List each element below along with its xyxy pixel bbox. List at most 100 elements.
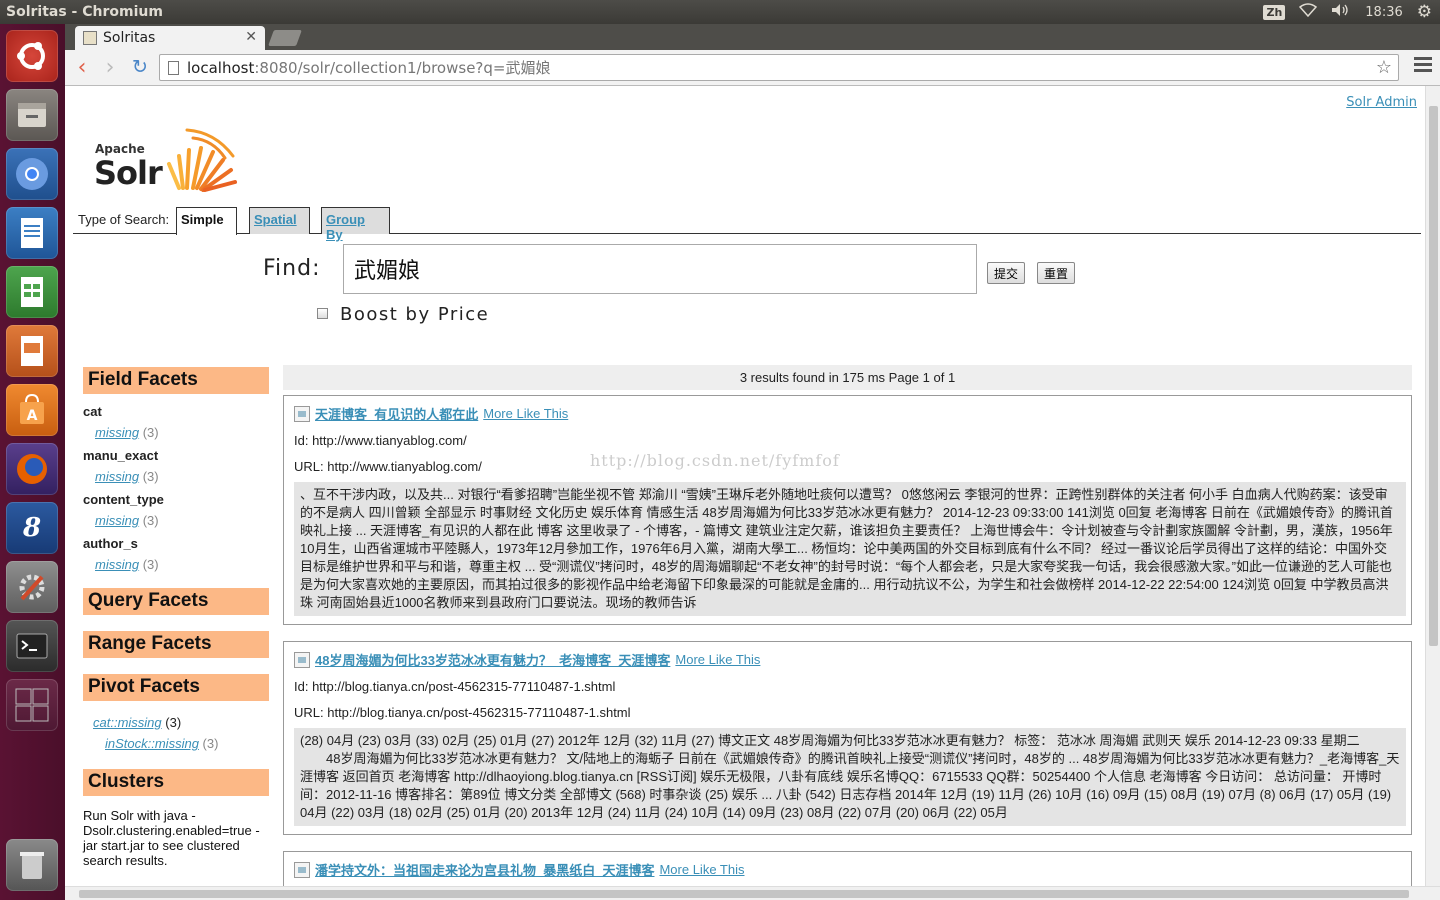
more-like-this-link[interactable]: More Like This bbox=[659, 862, 744, 877]
find-label: Find: bbox=[263, 256, 321, 281]
query-facets-heading: Query Facets bbox=[83, 588, 269, 615]
terminal-icon[interactable] bbox=[6, 620, 58, 672]
doc-title-link[interactable]: 天涯博客_有见识的人都在此 bbox=[315, 404, 478, 423]
chromium-icon[interactable] bbox=[6, 148, 58, 200]
app-launcher: A 8 bbox=[0, 24, 65, 900]
boost-by-price-label: Boost by Price bbox=[340, 304, 490, 325]
boost-by-price-checkbox[interactable] bbox=[317, 308, 328, 319]
more-like-this-link[interactable]: More Like This bbox=[675, 652, 760, 667]
facet-value: missing (3) bbox=[95, 425, 159, 440]
doc-thumbnail-icon bbox=[294, 405, 310, 422]
pivot-facets-heading: Pivot Facets bbox=[83, 674, 269, 701]
result-summary: 3 results found in 175 ms Page 1 of 1 bbox=[283, 365, 1412, 390]
clusters-heading: Clusters bbox=[83, 769, 269, 796]
new-tab-button[interactable] bbox=[268, 30, 302, 46]
doc-url: URL: http://www.tianyablog.com/ bbox=[294, 459, 482, 474]
workspace-switcher-icon[interactable] bbox=[6, 679, 58, 731]
trash-icon[interactable] bbox=[6, 839, 58, 891]
doc-snippet: 、互不干涉内政，以及共... 对银行“看爹招聘”岂能坐视不管 郑渝川 “雪姨”王… bbox=[294, 482, 1406, 616]
tab-close-icon[interactable]: ✕ bbox=[245, 29, 257, 45]
horizontal-scrollbar[interactable] bbox=[65, 886, 1440, 900]
doc-title-link[interactable]: 48岁周海媚为何比33岁范冰冰更有魅力？_老海博客_天涯博客 bbox=[315, 650, 670, 669]
page-viewport: Solr Admin Apache Solr Type of Search: S… bbox=[65, 86, 1425, 886]
facet-field-name: cat bbox=[83, 404, 102, 419]
more-like-this-link[interactable]: More Like This bbox=[483, 406, 568, 421]
writer-icon[interactable] bbox=[6, 207, 58, 259]
svg-text:A: A bbox=[27, 408, 38, 424]
tab-title: Solritas bbox=[103, 30, 156, 46]
vertical-scrollbar[interactable] bbox=[1425, 86, 1440, 886]
tab-solritas[interactable]: Solritas ✕ bbox=[75, 26, 265, 50]
horizontal-scroll-thumb[interactable] bbox=[79, 890, 1409, 898]
facet-value-link[interactable]: missing bbox=[95, 557, 139, 572]
doc-snippet: (28) 04月 (23) 03月 (33) 02月 (25) 01月 (27)… bbox=[294, 728, 1406, 826]
facets-sidebar: Field Facets cat missing (3) manu_exact … bbox=[83, 367, 269, 868]
logo-solr-text: Solr bbox=[94, 154, 163, 192]
search-type-tabs: Type of Search: Simple Spatial Group By bbox=[73, 204, 1421, 242]
tab-simple[interactable]: Simple bbox=[176, 207, 237, 235]
calc-icon[interactable] bbox=[6, 266, 58, 318]
tab-group-by[interactable]: Group By bbox=[321, 207, 390, 242]
result-doc: 天涯博客_有见识的人都在此 More Like This Id: http://… bbox=[283, 395, 1412, 625]
facet-field-name: manu_exact bbox=[83, 448, 159, 463]
clusters-hint: Run Solr with java -Dsolr.clustering.ena… bbox=[83, 808, 260, 868]
facet-value-link[interactable]: missing bbox=[95, 513, 139, 528]
scribes-icon[interactable]: 8 bbox=[6, 502, 58, 554]
software-center-icon[interactable]: A bbox=[6, 384, 58, 436]
wifi-icon[interactable] bbox=[1299, 3, 1318, 21]
range-facets-heading: Range Facets bbox=[83, 631, 269, 658]
tab-strip: Solritas ✕ bbox=[65, 24, 1440, 50]
pivot-item: cat::missing (3) bbox=[93, 715, 182, 730]
favicon-icon bbox=[83, 31, 97, 45]
ubuntu-dash-icon[interactable] bbox=[6, 30, 58, 82]
firefox-icon[interactable] bbox=[6, 443, 58, 495]
search-input[interactable] bbox=[343, 244, 977, 294]
keyboard-layout-indicator[interactable]: Zh bbox=[1263, 4, 1286, 20]
solr-logo: Apache Solr bbox=[94, 126, 237, 196]
field-facets-heading: Field Facets bbox=[83, 367, 269, 394]
browser-menu-icon[interactable] bbox=[1414, 57, 1432, 75]
facet-value: missing (3) bbox=[95, 513, 159, 528]
reset-button[interactable]: 重置 bbox=[1037, 262, 1076, 284]
system-settings-icon[interactable] bbox=[6, 561, 58, 613]
facet-field-name: author_s bbox=[83, 536, 138, 551]
solr-admin-link[interactable]: Solr Admin bbox=[1346, 95, 1417, 110]
url-path: :8080/solr/collection1/browse?q=武媚娘 bbox=[254, 59, 551, 77]
facet-value: missing (3) bbox=[95, 469, 159, 484]
forward-arrow-icon[interactable]: › bbox=[97, 54, 123, 80]
doc-url: URL: http://blog.tianya.cn/post-4562315-… bbox=[294, 705, 631, 720]
pivot-link[interactable]: cat::missing bbox=[93, 715, 162, 730]
bookmark-star-icon[interactable]: ☆ bbox=[1376, 57, 1392, 78]
vertical-scroll-thumb[interactable] bbox=[1429, 106, 1438, 646]
doc-id: Id: http://www.tianyablog.com/ bbox=[294, 433, 467, 448]
doc-id: Id: http://blog.tianya.cn/post-4562315-7… bbox=[294, 679, 616, 694]
reload-icon[interactable]: ↻ bbox=[127, 54, 153, 80]
window-title: Solritas - Chromium bbox=[6, 4, 163, 20]
facet-field-name: content_type bbox=[83, 492, 164, 507]
back-arrow-icon[interactable]: ‹ bbox=[69, 54, 95, 80]
clock[interactable]: 18:36 bbox=[1365, 5, 1402, 20]
pivot-link[interactable]: inStock::missing bbox=[105, 736, 199, 751]
system-indicators: Zh 18:36 ⚙ bbox=[1263, 0, 1432, 24]
watermark: http://blog.csdn.net/fyfmfof bbox=[590, 451, 840, 470]
doc-title-link[interactable]: 潘学持文外：当祖国走来论为宫县礼物_暴黑纸白_天涯博客 bbox=[315, 860, 654, 879]
facet-value: missing (3) bbox=[95, 557, 159, 572]
facet-value-link[interactable]: missing bbox=[95, 469, 139, 484]
result-doc: 潘学持文外：当祖国走来论为宫县礼物_暴黑纸白_天涯博客 More Like Th… bbox=[283, 851, 1412, 886]
impress-icon[interactable] bbox=[6, 325, 58, 377]
page-icon bbox=[168, 60, 179, 75]
results-panel: 3 results found in 175 ms Page 1 of 1 天涯… bbox=[283, 365, 1412, 886]
address-bar[interactable]: localhost:8080/solr/collection1/browse?q… bbox=[159, 54, 1399, 81]
power-gear-icon[interactable]: ⚙ bbox=[1417, 2, 1432, 22]
facet-value-link[interactable]: missing bbox=[95, 425, 139, 440]
submit-button[interactable]: 提交 bbox=[987, 262, 1026, 284]
solr-sun-icon bbox=[167, 128, 237, 192]
browser-window: Solritas ✕ ‹ › ↻ localhost:8080/solr/col… bbox=[65, 24, 1440, 900]
tab-spatial[interactable]: Spatial bbox=[249, 207, 310, 234]
url-host: localhost bbox=[187, 58, 255, 77]
browser-toolbar: ‹ › ↻ localhost:8080/solr/collection1/br… bbox=[65, 50, 1440, 86]
file-manager-icon[interactable] bbox=[6, 89, 58, 141]
doc-thumbnail-icon bbox=[294, 861, 310, 878]
os-top-bar: Solritas - Chromium Zh 18:36 ⚙ bbox=[0, 0, 1440, 24]
volume-icon[interactable] bbox=[1331, 3, 1351, 21]
